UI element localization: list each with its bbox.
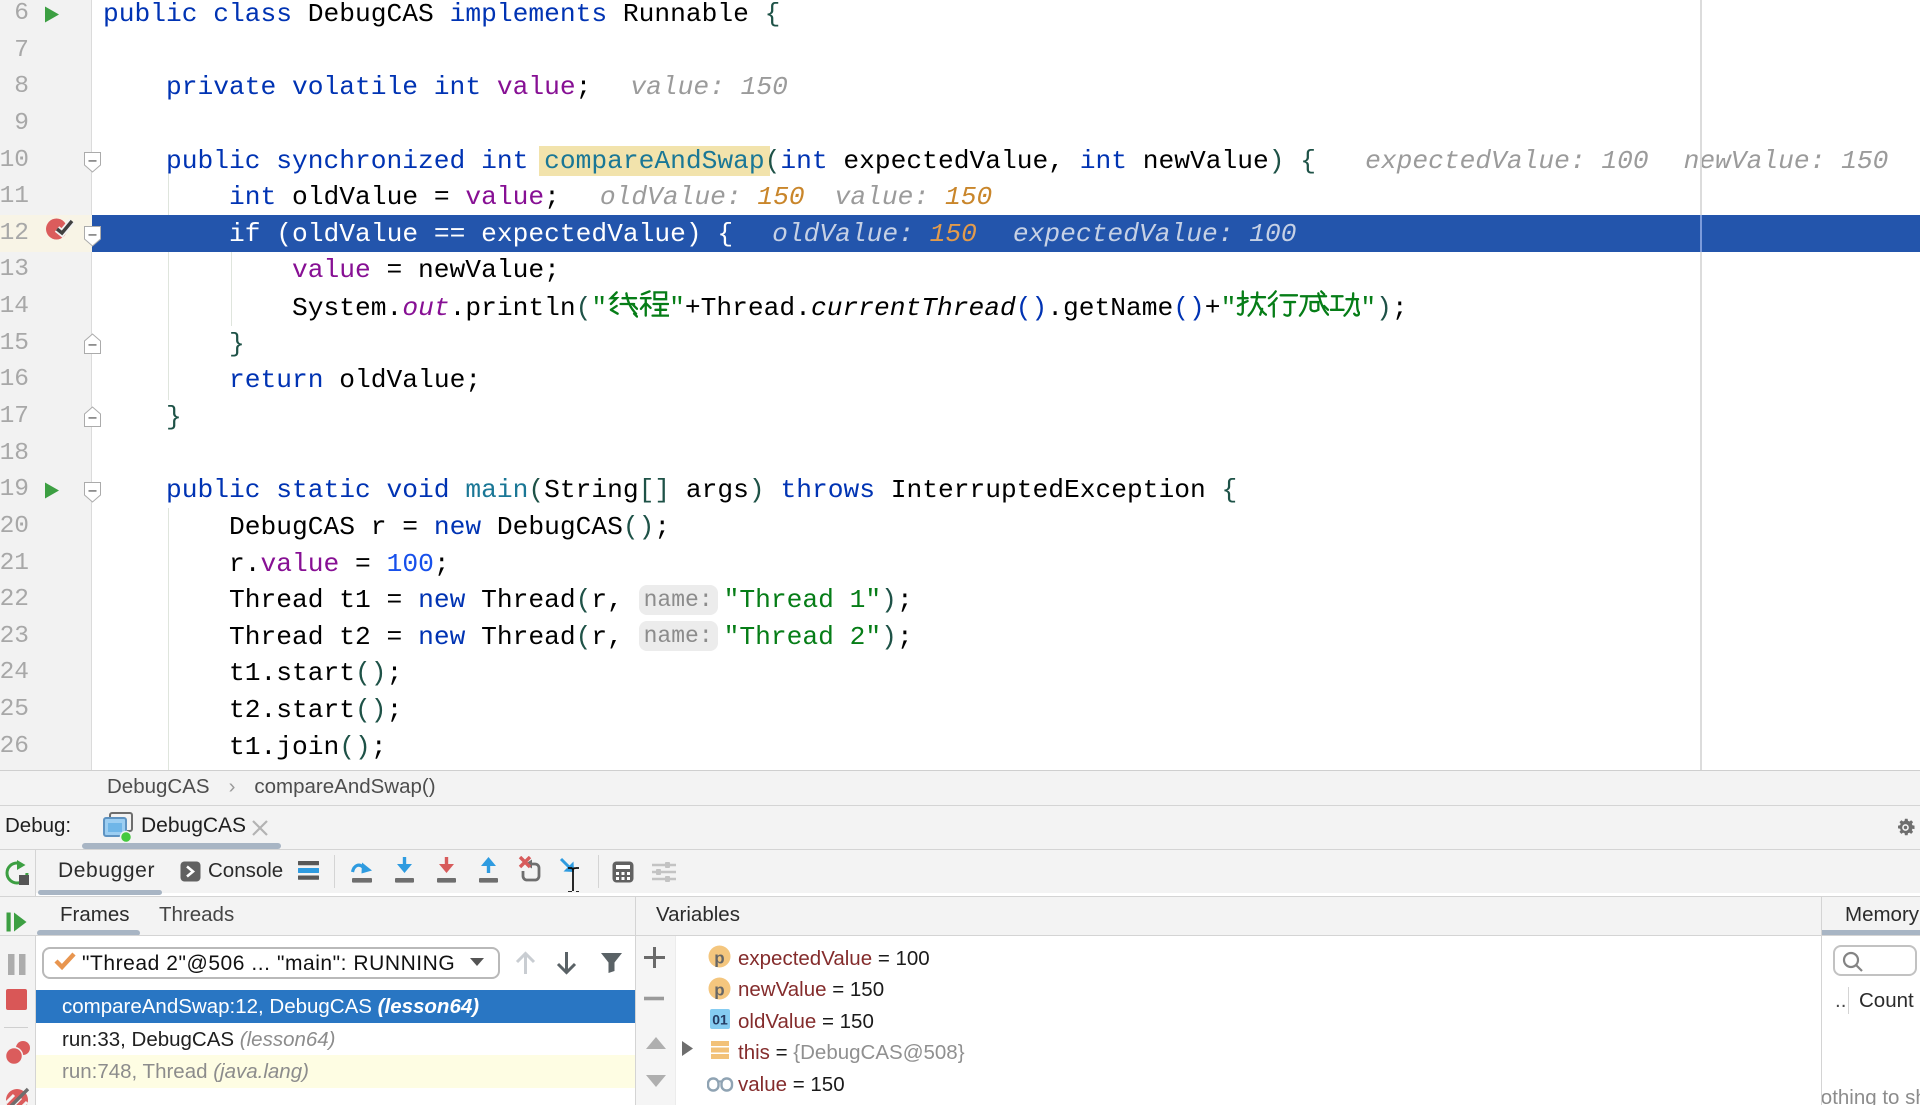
svg-text:p: p	[714, 949, 724, 968]
svg-text:p: p	[714, 981, 724, 1000]
svg-text:01: 01	[712, 1012, 728, 1028]
